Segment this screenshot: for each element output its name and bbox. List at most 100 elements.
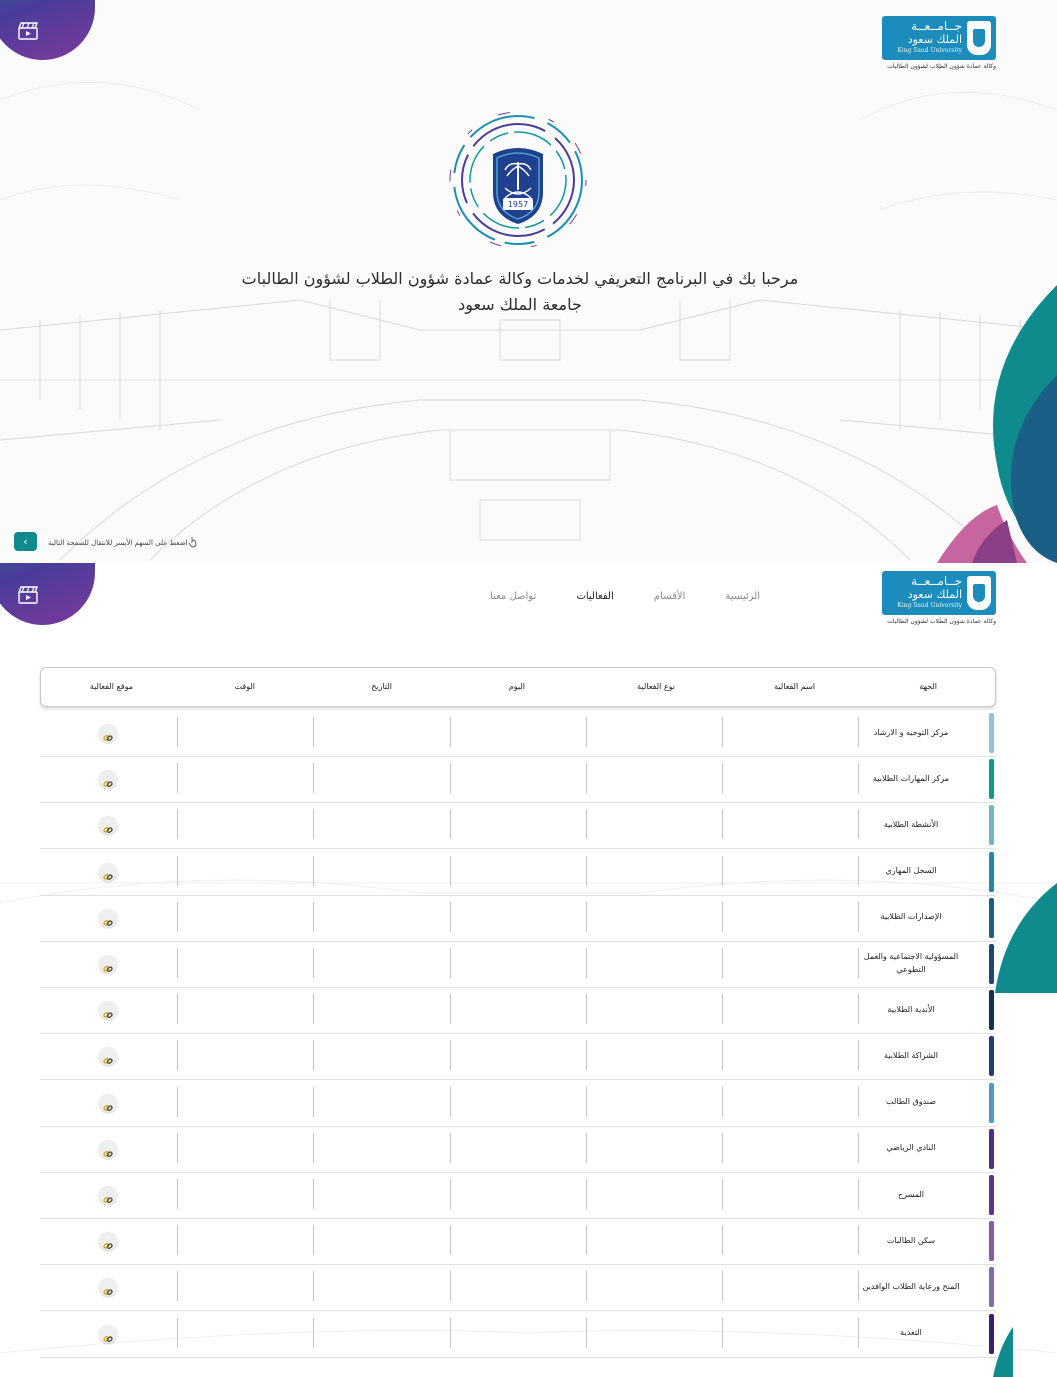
cell-divider	[586, 809, 587, 840]
intro-slide: جــامــعــة الملك سعود King Saud Univers…	[0, 0, 1057, 563]
row-department-name: صندوق الطالب	[886, 1097, 936, 1107]
event-location-link-button[interactable]	[99, 1001, 117, 1020]
nav-contact[interactable]: تواصل معنا	[490, 591, 536, 607]
table-row: صندوق الطالب	[40, 1081, 996, 1127]
cell-divider	[722, 901, 723, 932]
event-location-link-button[interactable]	[99, 816, 117, 835]
cell-divider	[313, 1179, 314, 1209]
row-department-name: المسرح	[898, 1189, 924, 1199]
cell-divider	[177, 901, 178, 932]
link-icon	[103, 1098, 113, 1111]
table-row: المسؤولية الاجتماعية والعمل التطوعي	[40, 942, 996, 988]
cell-divider	[722, 1317, 723, 1348]
cell-divider	[722, 1179, 723, 1209]
cell-divider	[177, 763, 178, 794]
cell-divider	[722, 763, 723, 794]
cell-divider	[858, 1179, 859, 1209]
cell-divider	[586, 1086, 587, 1117]
clapperboard-icon[interactable]	[18, 22, 38, 40]
row-department-name: الأندية الطلابية	[887, 1004, 935, 1014]
event-location-link-button[interactable]	[99, 1278, 117, 1297]
event-location-link-button[interactable]	[99, 908, 117, 927]
cell-divider	[858, 994, 859, 1025]
column-header: الجهة	[919, 682, 937, 691]
cell-divider	[586, 1132, 587, 1163]
cell-divider	[722, 855, 723, 886]
top-navigation: الرئيسية الأقسام الفعاليات تواصل معنا	[490, 591, 760, 607]
cell-divider	[177, 994, 178, 1025]
row-color-bar	[989, 851, 994, 892]
nav-events[interactable]: الفعاليات	[576, 591, 613, 607]
cell-divider	[450, 855, 451, 886]
cell-divider	[177, 1179, 178, 1209]
event-location-link-button[interactable]	[99, 1139, 117, 1158]
cell-divider	[586, 948, 587, 978]
cell-divider	[722, 717, 723, 747]
row-department-name: السجل المهاري	[885, 866, 937, 876]
university-name-ar: جــامــعــة	[911, 574, 962, 588]
event-location-link-button[interactable]	[99, 1047, 117, 1066]
link-icon	[103, 959, 113, 973]
cell-divider	[177, 855, 178, 886]
cell-divider	[450, 1271, 451, 1302]
event-location-link-button[interactable]	[99, 1093, 117, 1112]
link-icon	[103, 774, 113, 788]
link-icon	[103, 1282, 113, 1296]
cell-divider	[450, 901, 451, 932]
cell-divider	[450, 948, 451, 978]
row-department-name: التغذية	[900, 1328, 922, 1338]
cell-divider	[177, 717, 178, 747]
welcome-message: مرحبا بك في البرنامج التعريفي لخدمات وكا…	[200, 266, 840, 318]
column-header: موقع الفعالية	[89, 682, 133, 691]
hand-pointer-icon	[188, 537, 197, 548]
row-color-bar	[989, 713, 994, 753]
cell-divider	[450, 994, 451, 1025]
row-department-name: الإصدارات الطلابية	[880, 912, 942, 922]
table-row: الأندية الطلابية	[40, 988, 996, 1035]
link-icon	[103, 1144, 113, 1157]
clapperboard-icon-2[interactable]	[18, 586, 38, 604]
row-color-bar	[989, 1267, 994, 1308]
cell-divider	[313, 855, 314, 886]
university-name-ar-2: الملك سعود	[907, 33, 962, 46]
cell-divider	[177, 948, 178, 978]
row-color-bar	[989, 990, 994, 1031]
university-name-ar: جــامــعــة	[911, 19, 962, 33]
cell-divider	[177, 1271, 178, 1302]
event-location-link-button[interactable]	[99, 770, 117, 789]
cell-divider	[858, 763, 859, 794]
event-location-link-button[interactable]	[99, 862, 117, 881]
cell-divider	[450, 1086, 451, 1117]
link-icon	[103, 1005, 113, 1019]
cell-divider	[858, 901, 859, 932]
table-row: السجل المهاري	[40, 850, 996, 896]
column-header: اسم الفعالية	[774, 682, 815, 691]
event-location-link-button[interactable]	[99, 1186, 117, 1204]
event-location-link-button[interactable]	[99, 724, 117, 742]
next-page-button[interactable]: ›	[14, 532, 37, 551]
cell-divider	[858, 717, 859, 747]
cell-divider	[450, 717, 451, 747]
cell-divider	[177, 809, 178, 840]
event-location-link-button[interactable]	[99, 1324, 117, 1343]
link-icon	[103, 1190, 113, 1204]
table-row: مركز التوجيه و الارشاد	[40, 711, 996, 757]
nav-home[interactable]: الرئيسية	[726, 591, 760, 607]
cell-divider	[722, 1132, 723, 1163]
nav-departments[interactable]: الأقسام	[654, 591, 685, 607]
university-badge: جــامــعــة الملك سعود King Saud Univers…	[882, 16, 996, 60]
cell-divider	[177, 1040, 178, 1071]
row-color-bar	[989, 1128, 994, 1169]
table-header: الجهة اسم الفعالية نوع الفعالية اليوم ال…	[40, 667, 996, 707]
table-row: المسرح	[40, 1173, 996, 1219]
cell-divider	[722, 1086, 723, 1117]
link-icon	[103, 820, 113, 834]
event-location-link-button[interactable]	[99, 955, 117, 973]
row-department-name: الأنشطة الطلابية	[883, 819, 939, 829]
row-color-bar	[989, 897, 994, 938]
table-row: النادي الرياضي	[40, 1127, 996, 1173]
cell-divider	[313, 1271, 314, 1302]
cell-divider	[858, 855, 859, 886]
event-location-link-button[interactable]	[99, 1232, 117, 1251]
university-name-ar-2: الملك سعود	[907, 588, 962, 601]
